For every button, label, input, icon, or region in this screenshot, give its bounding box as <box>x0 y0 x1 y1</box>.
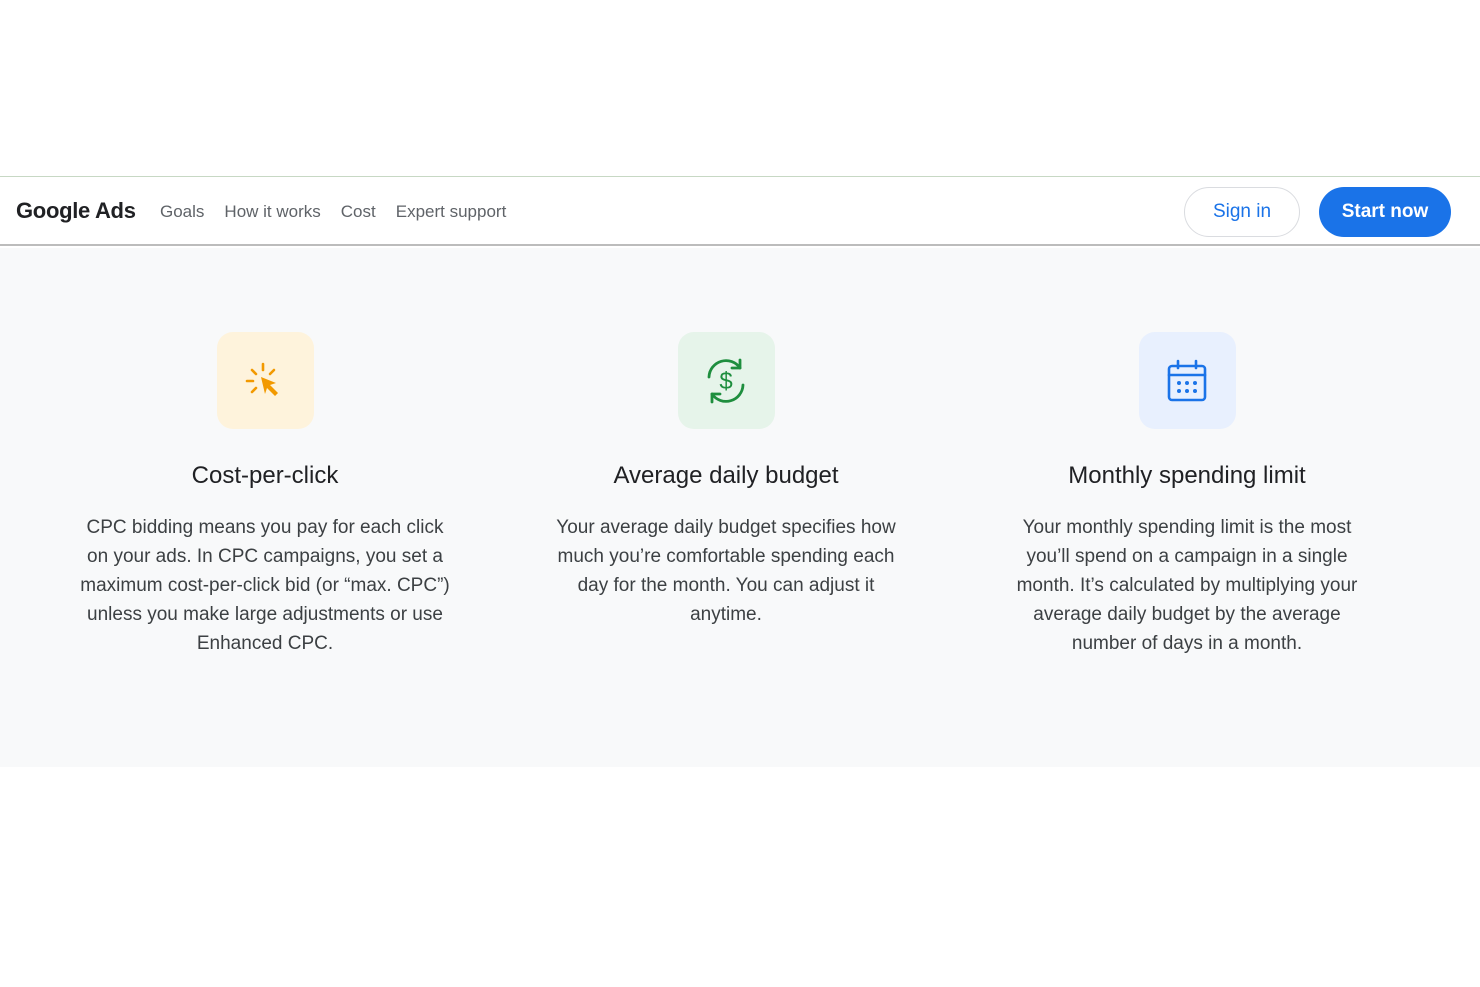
sign-in-button[interactable]: Sign in <box>1184 187 1300 237</box>
dollar-cycle-icon: $ <box>677 332 775 429</box>
nav-item-how-it-works[interactable]: How it works <box>224 202 320 222</box>
card-description: CPC bidding means you pay for each click… <box>80 517 450 654</box>
card-title: Monthly spending limit <box>1068 462 1306 489</box>
nav-item-cost[interactable]: Cost <box>341 202 376 222</box>
nav-item-expert-support[interactable]: Expert support <box>396 202 507 222</box>
page: Google Ads Goals How it works Cost Exper… <box>0 0 1480 987</box>
site-header: Google Ads Goals How it works Cost Exper… <box>0 178 1480 246</box>
nav-item-goals[interactable]: Goals <box>160 202 204 222</box>
card-description: Your monthly spending limit is the most … <box>1016 517 1358 654</box>
feature-card-cost-per-click: Cost-per-click CPC bidding means you pay… <box>75 332 455 658</box>
card-description: Your average daily budget specifies how … <box>556 517 896 625</box>
bottom-blank-area <box>0 767 1480 987</box>
cursor-click-icon <box>216 332 314 429</box>
start-now-button[interactable]: Start now <box>1319 187 1451 237</box>
card-title: Average daily budget <box>613 462 839 489</box>
cost-features-section: Cost-per-click CPC bidding means you pay… <box>0 248 1480 767</box>
card-title: Cost-per-click <box>191 462 339 489</box>
calendar-icon <box>1138 332 1236 429</box>
feature-card-monthly-spending-limit: Monthly spending limit Your monthly spen… <box>997 332 1377 658</box>
top-blank-area <box>0 0 1480 177</box>
svg-text:$: $ <box>719 368 732 395</box>
main-nav: Goals How it works Cost Expert support <box>160 202 506 222</box>
google-ads-logo[interactable]: Google Ads <box>16 198 136 224</box>
feature-card-average-daily-budget: $ Average daily budget Your average dail… <box>536 332 916 629</box>
